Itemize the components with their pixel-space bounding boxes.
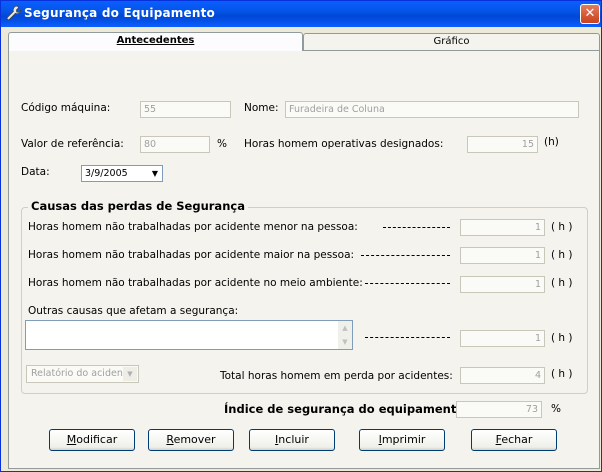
nome-field[interactable]: Furadeira de Coluna [285,101,579,118]
relatorio-value: Relatório do acidente [31,368,133,379]
date-value: 3/9/2005 [85,168,128,179]
total-label: Total horas homem em perda por acidentes… [220,370,453,382]
button-label: mprimir [381,433,426,446]
app-window: Segurança do Equipamento ✕ Antecedentes … [0,0,602,472]
unit-h-label: ( h ) [551,332,573,344]
indice-field[interactable]: 73 [456,401,542,418]
scroll-up-icon[interactable]: ▲ [338,321,352,335]
scroll-down-icon[interactable]: ▼ [338,335,352,349]
codigo-field[interactable]: 55 [140,101,231,118]
chevron-down-icon[interactable]: ▼ [148,166,162,181]
cause-row-field[interactable]: 1 [460,276,545,293]
outras-causas-field[interactable]: 1 [460,330,545,347]
access-key: R [166,433,174,446]
dash-leader [365,283,450,284]
horas-operativas-label: Horas homem operativas designados: [244,138,444,150]
causes-title: Causas das perdas de Segurança [28,199,248,213]
date-picker[interactable]: 3/9/2005 ▼ [81,165,163,182]
horas-operativas-field[interactable]: 15 [467,136,538,153]
dash-leader [361,255,450,256]
button-label: emover [173,433,216,446]
cause-row-field[interactable]: 1 [460,247,545,264]
wrench-icon [6,5,22,21]
button-label: echar [501,433,533,446]
unit-h-label: ( h ) [551,368,573,380]
title-bar[interactable]: Segurança do Equipamento ✕ [1,1,601,27]
indice-label: Índice de segurança do equipamento: [224,402,469,416]
unit-h-label: ( h ) [551,277,573,289]
remover-button[interactable]: Remover [148,429,234,451]
cause-row-label: Horas homem não trabalhadas por acidente… [28,277,363,289]
unit-h-label: ( h ) [551,249,573,261]
close-icon: ✕ [584,6,596,21]
button-label: odificar [76,433,118,446]
chevron-down-icon[interactable]: ▼ [123,367,137,381]
nome-label: Nome: [244,102,279,114]
cause-row-field[interactable]: 1 [460,219,545,236]
incluir-button[interactable]: Incluir [249,429,335,451]
outras-causas-textarea[interactable]: ▲ ▼ [25,320,353,350]
button-label: ncluir [278,433,309,446]
dash-leader [365,337,450,338]
codigo-label: Código máquina: [21,102,111,114]
unit-h-label: ( h ) [551,221,573,233]
fechar-button[interactable]: Fechar [471,429,557,451]
valor-referencia-field[interactable]: 80 [140,136,210,153]
access-key: M [66,433,77,446]
unit-h-label: (h) [544,136,559,148]
tab-antecedentes[interactable]: Antecedentes [8,32,303,51]
modificar-button[interactable]: Modificar [49,429,135,451]
tab-label: Antecedentes [116,35,195,46]
outras-causas-label: Outras causas que afetam a segurança: [28,305,239,317]
total-field[interactable]: 4 [460,367,545,384]
imprimir-button[interactable]: Imprimir [359,429,445,451]
cause-row-label: Horas homem não trabalhadas por acidente… [28,221,358,233]
valor-referencia-label: Valor de referência: [21,138,124,150]
close-button[interactable]: ✕ [580,4,600,24]
relatorio-select[interactable]: Relatório do acidente ▼ [26,365,139,383]
indice-unit: % [551,403,561,415]
cause-row-label: Horas homem não trabalhadas por acidente… [28,249,355,261]
percent-label: % [217,138,227,150]
tab-label: Gráfico [433,36,470,47]
window-title: Segurança do Equipamento [24,6,215,20]
tab-grafico[interactable]: Gráfico [303,33,600,51]
data-label: Data: [21,166,50,178]
dash-leader [383,227,450,228]
